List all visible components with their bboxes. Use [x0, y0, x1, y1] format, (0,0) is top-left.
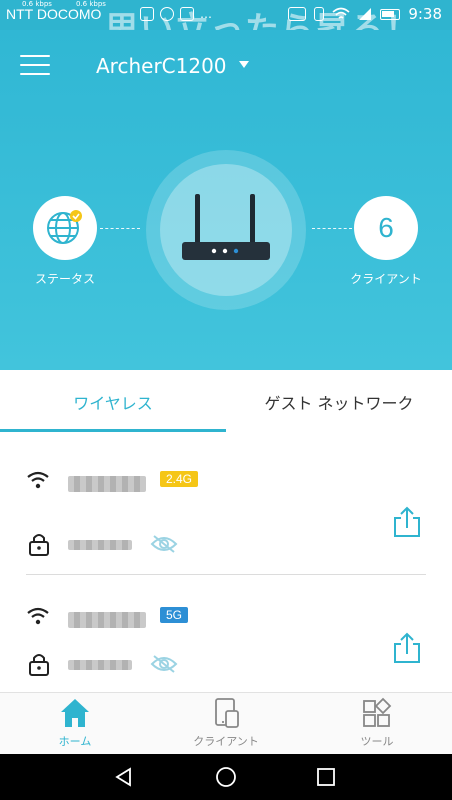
- hamburger-menu-icon[interactable]: [20, 55, 50, 77]
- download-speed: 0.6 kbps: [76, 0, 106, 8]
- list-divider: [26, 574, 426, 575]
- tab-bar: ワイヤレス ゲスト ネットワーク: [0, 370, 452, 435]
- tab-guest-network[interactable]: ゲスト ネットワーク: [226, 370, 452, 434]
- bottom-navigation: ホーム クライアント ツール: [0, 692, 452, 755]
- nav-tools-label: ツール: [360, 735, 394, 748]
- tab-wireless[interactable]: ワイヤレス: [0, 370, 226, 434]
- eye-off-icon[interactable]: [150, 654, 178, 674]
- lock-icon: [29, 654, 49, 676]
- carrier-name: NTT DOCOMO: [6, 6, 102, 22]
- router-selector[interactable]: ArcherC1200: [96, 54, 249, 78]
- status-button[interactable]: [33, 196, 97, 260]
- client-count: 6: [378, 212, 394, 243]
- wifi-icon: [27, 607, 49, 625]
- lock-icon: [29, 534, 49, 556]
- share-icon[interactable]: [392, 632, 422, 664]
- back-icon[interactable]: [114, 767, 134, 787]
- caret-down-icon: [238, 60, 249, 68]
- network-item: 2.4G: [0, 452, 452, 562]
- router-icon[interactable]: [176, 190, 276, 270]
- password-hidden: [68, 660, 132, 670]
- home-circle-icon[interactable]: [215, 766, 237, 788]
- nav-clients[interactable]: クライアント: [151, 693, 301, 755]
- connector-line-right: [312, 228, 352, 229]
- band-badge: 5G: [160, 607, 189, 623]
- system-navigation-bar: [0, 754, 452, 800]
- status-label: ステータス: [34, 272, 95, 286]
- ssid-hidden: [68, 476, 146, 492]
- wifi-icon: [27, 471, 49, 489]
- password-hidden: [68, 540, 132, 550]
- clients-label: クライアント: [350, 272, 422, 286]
- active-tab-indicator: [0, 429, 226, 432]
- nav-home-label: ホーム: [58, 735, 92, 748]
- tools-icon: [363, 697, 392, 727]
- globe-icon: [47, 210, 82, 244]
- nav-clients-label: クライアント: [193, 735, 259, 748]
- eye-off-icon[interactable]: [150, 534, 178, 554]
- network-item: 5G: [0, 592, 452, 692]
- home-icon: [61, 699, 89, 727]
- nav-home[interactable]: ホーム: [0, 693, 150, 755]
- nav-tools[interactable]: ツール: [302, 693, 452, 755]
- clients-button[interactable]: 6: [354, 196, 418, 260]
- router-name: ArcherC1200: [96, 54, 227, 78]
- recents-icon[interactable]: [316, 767, 336, 787]
- share-icon[interactable]: [392, 506, 422, 538]
- upload-speed: 0.6 kbps: [22, 0, 52, 8]
- band-badge: 2.4G: [160, 471, 199, 487]
- ssid-hidden: [68, 612, 146, 628]
- devices-icon: [215, 698, 239, 728]
- network-list: 2.4G 5G: [0, 434, 452, 692]
- connector-line-left: [100, 228, 140, 229]
